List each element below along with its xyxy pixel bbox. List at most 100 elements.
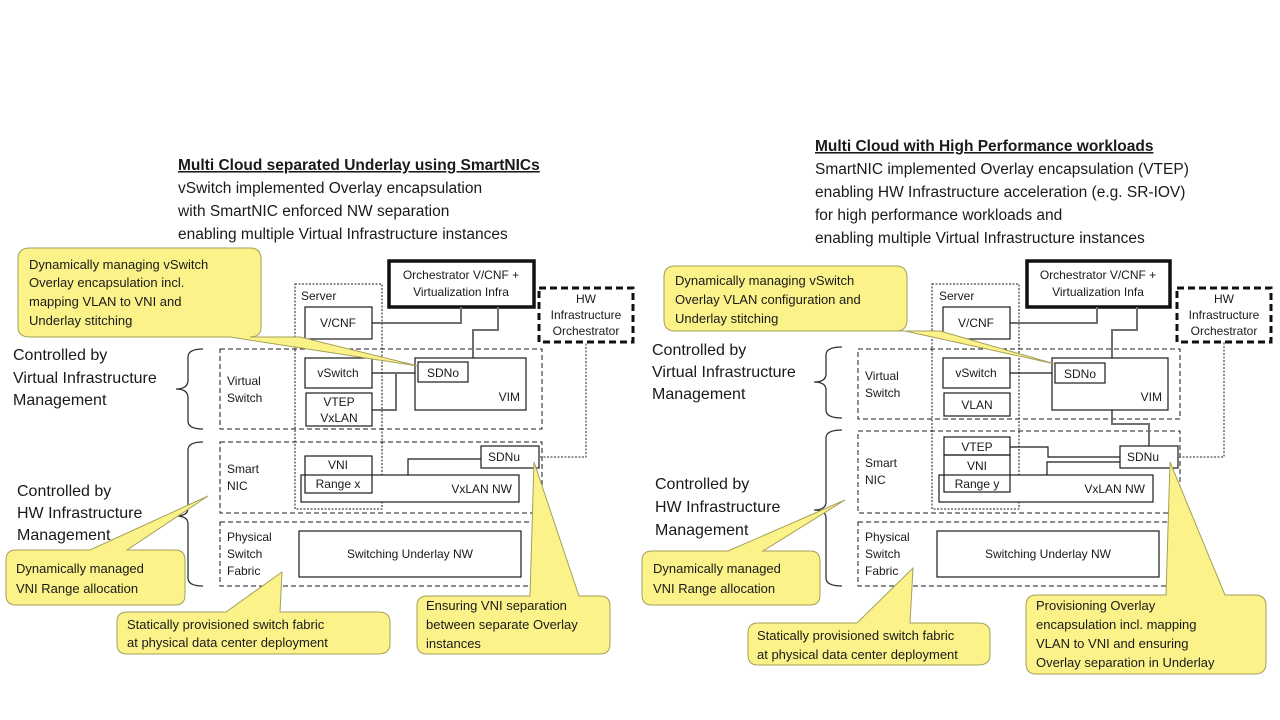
right-orchestrator-label: Virtualization Infa [1052,285,1144,299]
right-ctrl-hw-label: Controlled by [655,476,749,493]
right-vtep-label: VTEP [961,440,992,454]
right-vswitch-label: vSwitch [955,366,996,380]
left-layer-physical-label: Fabric [227,564,260,578]
right-sdno-label: SDNo [1064,367,1096,381]
left-hw-orchestrator-label: Infrastructure [551,308,622,322]
left-vim-label: VIM [499,390,520,404]
right-layer-physical-label: Switch [865,547,900,561]
right-title: Multi Cloud with High Performance worklo… [815,138,1153,155]
left-underlay-label: Switching Underlay NW [347,547,474,561]
left-layer-virtual-label: Virtual [227,374,261,388]
right-subtitle-line: enabling HW Infrastructure acceleration … [815,184,1185,201]
svg-text:Ensuring VNI separation: Ensuring VNI separation [426,598,567,613]
svg-text:Statically provisioned switch: Statically provisioned switch fabric [757,628,955,643]
left-ctrl-hw-label: Controlled by [17,483,111,500]
right-vim-label: VIM [1141,390,1162,404]
left-sdnu-label: SDNu [488,450,520,464]
left-vtep-label: VxLAN [320,411,357,425]
left-vcnf-label: V/CNF [320,316,356,330]
right-ctrl-vim-label: Virtual Infrastructure [652,364,796,381]
left-subtitle-line: with SmartNIC enforced NW separation [177,203,449,220]
right-hw-orchestrator-label: Infrastructure [1189,308,1260,322]
svg-text:encapsulation incl. mapping: encapsulation incl. mapping [1036,617,1196,632]
right-vlan-label: VLAN [961,398,992,412]
right-connector-sdnu-hw [1179,342,1225,458]
svg-text:mapping VLAN to VNI and: mapping VLAN to VNI and [29,294,181,309]
right-sdnu-label: SDNu [1127,450,1159,464]
svg-text:at physical data center deploy: at physical data center deployment [127,635,328,650]
left-connector-orchestrator-vim [472,307,499,358]
svg-text:Underlay stitching: Underlay stitching [675,311,778,326]
svg-text:Statically provisioned switch: Statically provisioned switch fabric [127,617,325,632]
svg-text:Dynamically managing vSwitch: Dynamically managing vSwitch [29,257,208,272]
left-subtitle-line: enabling multiple Virtual Infrastructure… [178,226,508,243]
right-connector-vtep-sdnu [1010,446,1120,458]
right-brace-vim [813,346,843,419]
right-subtitle-line: SmartNIC implemented Overlay encapsulati… [815,161,1189,178]
svg-text:Dynamically managed: Dynamically managed [653,561,781,576]
right-connector-vcnf-orchestrator [1010,307,1098,324]
left-orchestrator-label: Orchestrator V/CNF + [403,268,519,282]
svg-text:at physical data center deploy: at physical data center deployment [757,647,958,662]
left-layer-virtual-label: Switch [227,391,262,405]
right-vxlan-nw-label: VxLAN NW [1084,482,1145,496]
left-layer-smartnic-label: NIC [227,479,248,493]
left-connector-sdnu-hw [540,342,587,458]
svg-text:Overlay separation in Underlay: Overlay separation in Underlay [1036,655,1215,670]
right-vni-label: VNI [967,459,987,473]
left-connector-vxlan-sdnu [407,458,481,475]
svg-text:Provisioning Overlay: Provisioning Overlay [1036,598,1156,613]
left-vtep-label: VTEP [323,395,354,409]
svg-text:Dynamically managed: Dynamically managed [16,561,144,576]
svg-text:Overlay encapsulation incl.: Overlay encapsulation incl. [29,275,184,290]
left-hw-orchestrator-label: Orchestrator [553,324,620,338]
right-subtitle-line: for high performance workloads and [815,207,1062,224]
svg-text:instances: instances [426,636,481,651]
svg-text:VNI Range allocation: VNI Range allocation [16,581,138,596]
left-diagram: Multi Cloud separated Underlay using Sma… [5,157,635,655]
right-layer-physical-label: Physical [865,530,910,544]
diagram-canvas: Multi Cloud separated Underlay using Sma… [5,138,1273,675]
right-ctrl-hw-label: Management [655,522,749,539]
left-vni-label: VNI [328,458,348,472]
right-range-label: Range y [955,477,1000,491]
left-ctrl-vim-label: Virtual Infrastructure [13,370,157,387]
svg-text:between separate Overlay: between separate Overlay [426,617,578,632]
right-ctrl-hw-label: HW Infrastructure [655,499,780,516]
left-vxlan-nw-label: VxLAN NW [451,482,512,496]
right-ctrl-vim-label: Management [652,386,746,403]
svg-text:Underlay stitching: Underlay stitching [29,313,132,328]
left-connector-vtep-sdno [372,373,397,411]
right-layer-smartnic-label: NIC [865,473,886,487]
left-sdno-label: SDNo [427,366,459,380]
right-subtitle-line: enabling multiple Virtual Infrastructure… [815,230,1145,247]
left-orchestrator-label: Virtualization Infra [413,285,509,299]
right-layer-virtual-label: Switch [865,386,900,400]
right-orchestrator-label: Orchestrator V/CNF + [1040,268,1156,282]
right-vcnf-label: V/CNF [958,316,994,330]
left-ctrl-vim-label: Controlled by [13,347,107,364]
right-layer-smartnic-label: Smart [865,456,898,470]
right-connector-vxlan-sdnu [1046,461,1120,475]
right-ctrl-vim-label: Controlled by [652,342,746,359]
svg-text:VLAN to VNI and ensuring: VLAN to VNI and ensuring [1036,636,1188,651]
right-layer-physical-label: Fabric [865,564,898,578]
left-layer-physical-label: Physical [227,530,272,544]
left-vswitch-label: vSwitch [317,366,358,380]
left-ctrl-vim-label: Management [13,392,107,409]
left-range-label: Range x [316,477,361,491]
left-title: Multi Cloud separated Underlay using Sma… [178,157,540,174]
left-server-label: Server [301,289,336,303]
right-diagram: Multi Cloud with High Performance worklo… [641,138,1273,675]
left-ctrl-hw-label: HW Infrastructure [17,505,142,522]
svg-text:Overlay VLAN configuration and: Overlay VLAN configuration and [675,292,861,307]
left-brace-vim [175,348,204,430]
svg-text:Dynamically managing vSwitch: Dynamically managing vSwitch [675,273,854,288]
left-subtitle-line: vSwitch implemented Overlay encapsulatio… [178,180,482,197]
left-connector-vcnf-orchestrator [372,307,462,324]
left-layer-smartnic-label: Smart [227,462,260,476]
left-layer-physical-label: Switch [227,547,262,561]
svg-text:VNI Range allocation: VNI Range allocation [653,581,775,596]
right-connector-orchestrator-vim [1111,307,1138,358]
left-ctrl-hw-label: Management [17,527,111,544]
